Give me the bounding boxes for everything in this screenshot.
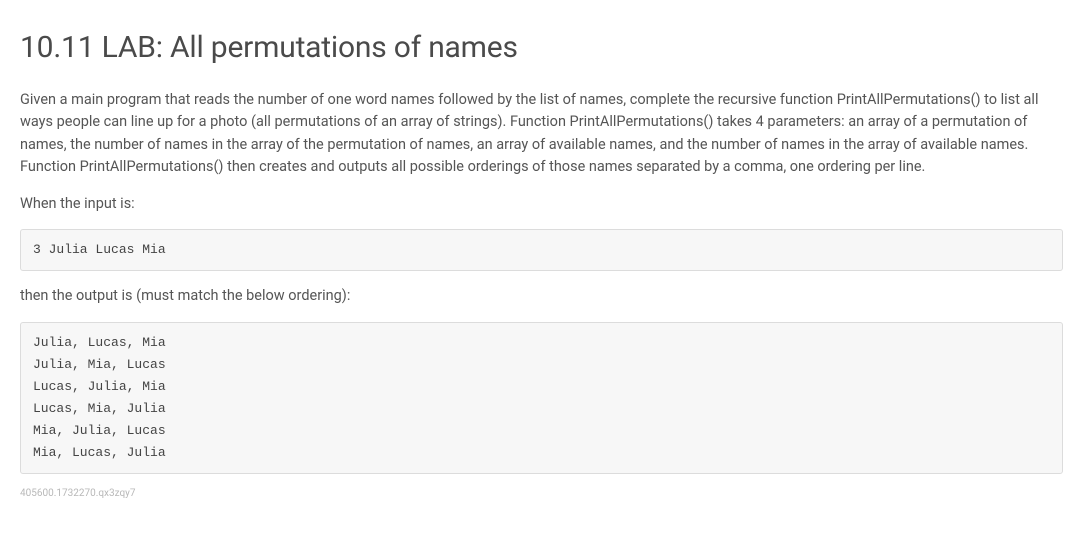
- input-example-block: 3 Julia Lucas Mia: [20, 229, 1063, 271]
- lab-content: 10.11 LAB: All permutations of names Giv…: [20, 30, 1063, 499]
- output-example-block: Julia, Lucas, Mia Julia, Mia, Lucas Luca…: [20, 322, 1063, 475]
- footer-id: 405600.1732270.qx3zqy7: [20, 488, 1063, 499]
- input-label: When the input is:: [20, 193, 1063, 215]
- output-label: then the output is (must match the below…: [20, 285, 1063, 307]
- lab-description: Given a main program that reads the numb…: [20, 89, 1063, 179]
- page-title: 10.11 LAB: All permutations of names: [20, 30, 1063, 65]
